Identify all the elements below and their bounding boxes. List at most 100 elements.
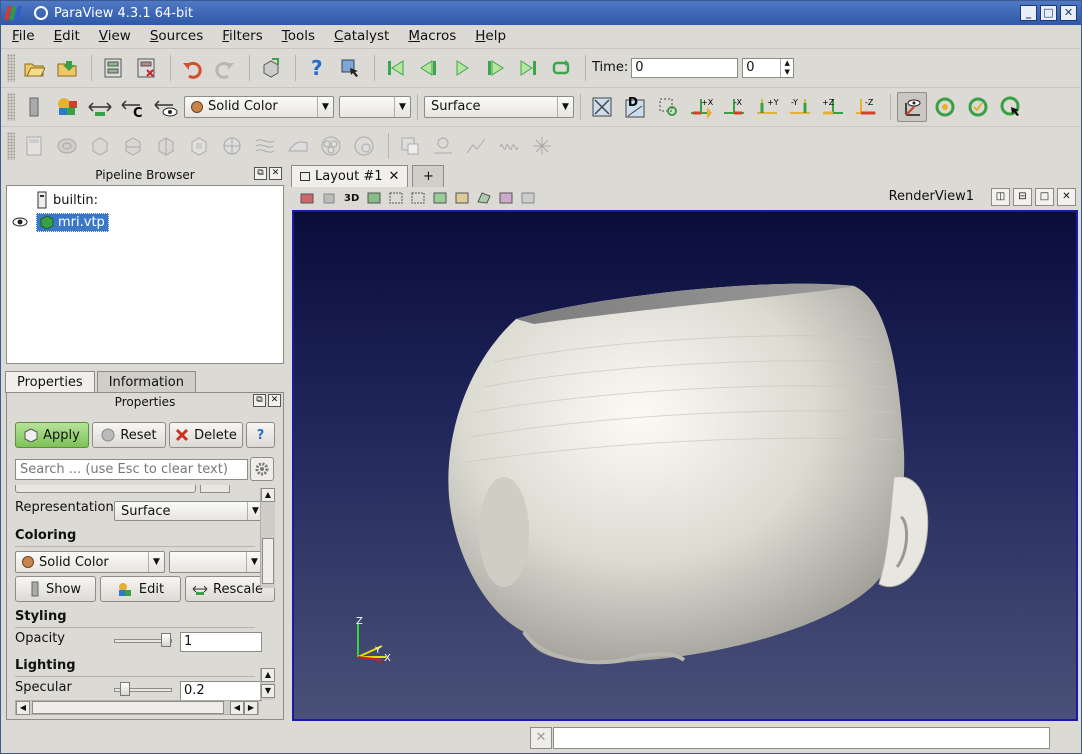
opacity-field[interactable]: 1 — [180, 632, 262, 652]
stream-tracer-button[interactable] — [250, 131, 280, 161]
float-dock-button[interactable]: ⧉ — [254, 167, 267, 180]
rescale-range-button[interactable] — [85, 92, 115, 122]
float-dock-button[interactable]: ⧉ — [253, 394, 266, 407]
output-close-button[interactable]: ✕ — [530, 727, 552, 749]
reset-center-button[interactable] — [963, 92, 993, 122]
calculator-filter-button[interactable] — [19, 131, 49, 161]
disconnect-button[interactable] — [131, 53, 161, 83]
extract-level-button[interactable] — [349, 131, 379, 161]
time-value-field[interactable]: 0 — [631, 57, 739, 78]
maximize-view-button[interactable]: □ — [1035, 188, 1054, 206]
menu-view[interactable]: View — [96, 28, 134, 44]
interactive-select-icon[interactable] — [455, 192, 469, 204]
group-datasets-button[interactable] — [316, 131, 346, 161]
close-tab-icon[interactable]: ✕ — [389, 169, 400, 184]
plot-data-button[interactable] — [494, 131, 524, 161]
select-cells-icon[interactable] — [367, 192, 381, 204]
find-data-button[interactable] — [256, 53, 286, 83]
clip-filter-button[interactable] — [85, 131, 115, 161]
reset-camera-button[interactable] — [587, 92, 617, 122]
delete-button[interactable]: Delete — [169, 422, 243, 448]
lighting-scrollbar[interactable]: ▲ ▼ — [260, 668, 275, 700]
open-file-button[interactable] — [19, 53, 49, 83]
properties-scrollbar[interactable]: ▲ — [260, 488, 275, 588]
redo-button[interactable] — [210, 53, 240, 83]
specular-slider-handle[interactable] — [120, 682, 130, 696]
probe-location-button[interactable] — [527, 131, 557, 161]
scrollbar-thumb[interactable] — [32, 701, 224, 714]
scroll-left-icon[interactable]: ◀ — [16, 701, 30, 715]
extract-subset-button[interactable] — [184, 131, 214, 161]
selected-source[interactable]: mri.vtp — [36, 212, 109, 232]
pipeline-item-mri[interactable]: mri.vtp — [12, 212, 109, 232]
first-frame-button[interactable] — [381, 53, 411, 83]
select-points-icon[interactable] — [389, 192, 403, 204]
last-frame-button[interactable] — [513, 53, 543, 83]
close-dock-button[interactable]: ✕ — [269, 167, 282, 180]
zoom-to-data-button[interactable]: D — [620, 92, 650, 122]
close-dock-button[interactable]: ✕ — [268, 394, 281, 407]
rescale-visible-button[interactable] — [151, 92, 181, 122]
toolbar-grip[interactable] — [7, 92, 15, 121]
extract-selection-button[interactable] — [395, 131, 425, 161]
time-step-spinbox[interactable]: 0 ▲ ▼ — [742, 57, 795, 78]
tab-information[interactable]: Information — [96, 371, 196, 392]
camera-undo-icon[interactable] — [322, 192, 336, 204]
representation-dropdown[interactable]: Surface ▼ — [424, 95, 574, 118]
apply-button[interactable]: Apply — [15, 422, 89, 448]
clear-selection-icon[interactable] — [521, 192, 535, 204]
reset-button[interactable]: Reset — [92, 422, 166, 448]
edit-color-map-button[interactable]: Edit — [100, 576, 181, 602]
show-center-button[interactable] — [930, 92, 960, 122]
toggle-3d-button[interactable]: 3D — [344, 193, 359, 204]
pick-center-of-rotation-button[interactable] — [996, 92, 1026, 122]
threshold-filter-button[interactable] — [151, 131, 181, 161]
coloring-component-select[interactable]: ▼ — [169, 551, 263, 573]
split-vertical-button[interactable]: ⊟ — [1013, 188, 1032, 206]
scroll-up-icon[interactable]: ▲ — [261, 488, 275, 502]
select-frustum-icon[interactable] — [411, 192, 425, 204]
connect-button[interactable] — [98, 53, 128, 83]
show-scalar-bar-button[interactable]: Show — [15, 576, 96, 602]
render-view[interactable]: Z Y X — [292, 210, 1078, 721]
capture-view-icon[interactable] — [300, 192, 314, 204]
representation-select[interactable]: Surface ▼ — [114, 501, 264, 521]
menu-macros[interactable]: Macros — [405, 28, 459, 44]
toggle-color-legend-button[interactable] — [19, 92, 49, 122]
menu-sources[interactable]: Sources — [147, 28, 206, 44]
tab-properties[interactable]: Properties — [5, 371, 95, 393]
scrollbar-thumb[interactable] — [262, 538, 274, 584]
contour-filter-button[interactable] — [52, 131, 82, 161]
show-orientation-axes-button[interactable] — [897, 91, 927, 122]
help-button[interactable]: ? — [302, 53, 332, 83]
menu-tools[interactable]: Tools — [279, 28, 318, 44]
close-view-button[interactable]: ✕ — [1057, 188, 1076, 206]
zoom-to-box-button[interactable] — [653, 92, 683, 122]
view-minus-z-button[interactable]: -Z — [851, 92, 881, 122]
slice-filter-button[interactable] — [118, 131, 148, 161]
menu-edit[interactable]: Edit — [51, 28, 83, 44]
tab-layout-1[interactable]: Layout #1 ✕ — [291, 165, 409, 187]
menu-help[interactable]: Help — [472, 28, 509, 44]
menu-file[interactable]: File — [9, 28, 38, 44]
view-minus-x-button[interactable]: -X — [719, 92, 749, 122]
close-window-button[interactable]: ✕ — [1060, 5, 1077, 21]
plot-selection-button[interactable] — [428, 131, 458, 161]
component-dropdown[interactable]: ▼ — [339, 95, 411, 118]
toolbar-grip[interactable] — [7, 53, 15, 82]
split-horizontal-button[interactable]: ◫ — [991, 188, 1010, 206]
menu-filters[interactable]: Filters — [219, 28, 265, 44]
properties-help-button[interactable]: ? — [246, 422, 275, 448]
rescale-custom-button[interactable]: C — [118, 92, 148, 122]
previous-frame-button[interactable] — [414, 53, 444, 83]
toolbar-grip[interactable] — [7, 131, 15, 160]
specular-field[interactable]: 0.2 — [180, 681, 262, 701]
scroll-down-icon[interactable]: ▼ — [261, 684, 275, 698]
pipeline-item-builtin[interactable]: builtin: — [37, 190, 98, 210]
properties-search-input[interactable]: Search ... (use Esc to clear text) — [15, 459, 248, 480]
scroll-up-icon[interactable]: ▲ — [261, 668, 275, 682]
grow-selection-icon[interactable] — [499, 192, 513, 204]
loop-button[interactable] — [546, 53, 576, 83]
plot-over-line-button[interactable] — [461, 131, 491, 161]
menu-catalyst[interactable]: Catalyst — [331, 28, 392, 44]
